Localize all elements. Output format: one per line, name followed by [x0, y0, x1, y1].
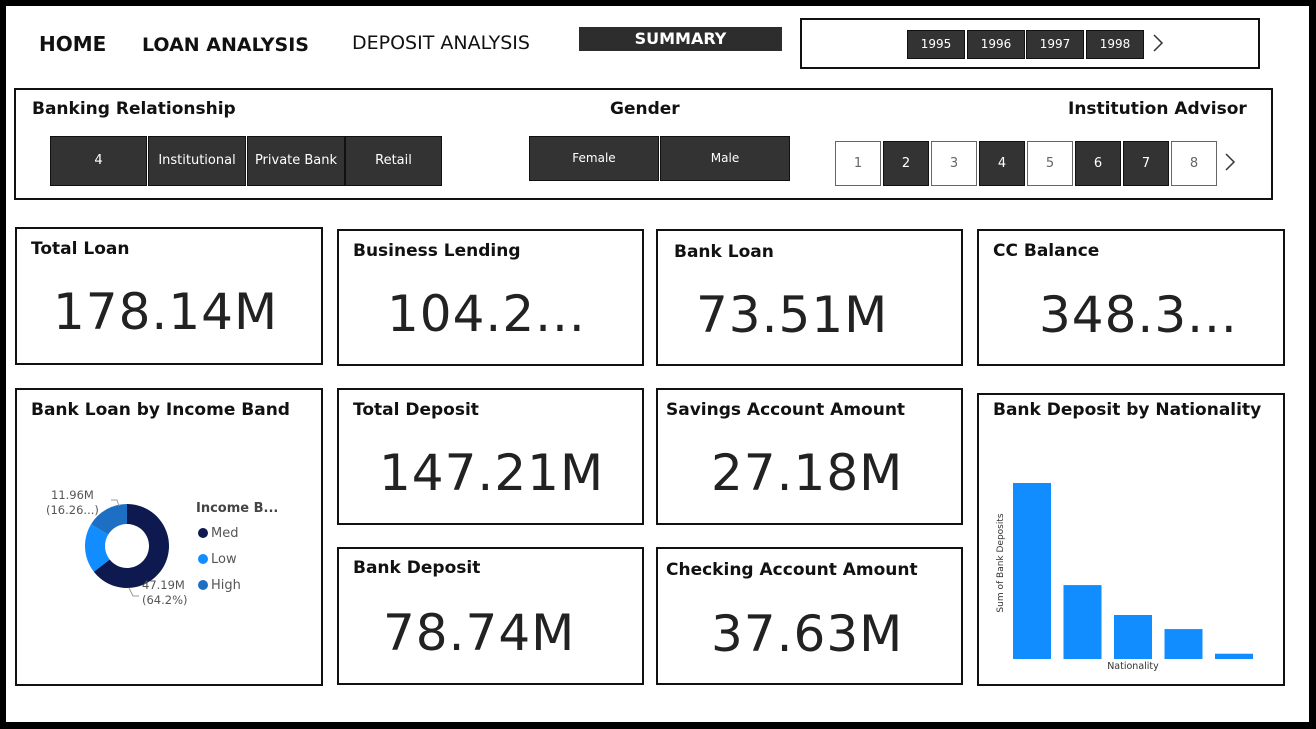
bar-4[interactable] — [1164, 629, 1203, 659]
bank-deposit-card: Bank Deposit 78.74M — [337, 547, 644, 685]
data-label-med-value: 47.19M — [142, 578, 185, 592]
savings-account-amount-card: Savings Account Amount 27.18M — [656, 388, 963, 525]
year-button-1995[interactable]: 1995 — [907, 30, 965, 59]
legend-label: Med — [211, 526, 239, 541]
legend-dot — [198, 528, 208, 538]
data-label-high-pct: (16.26...) — [46, 503, 99, 517]
bar-2[interactable] — [1063, 585, 1102, 659]
nav-loan-analysis-link[interactable]: LOAN ANALYSIS — [142, 34, 309, 56]
data-label-high-value: 11.96M — [51, 488, 94, 502]
legend-item-high: High — [198, 578, 241, 593]
card-title: CC Balance — [993, 241, 1100, 261]
y-axis-label: Sum of Bank Deposits — [996, 513, 1006, 612]
card-value: 348.3... — [1039, 286, 1238, 344]
institution-advisor-option-6[interactable]: 6 — [1075, 141, 1121, 186]
legend-title: Income B... — [196, 501, 279, 516]
card-title: Business Lending — [353, 241, 521, 261]
data-label-med-pct: (64.2%) — [142, 593, 188, 607]
chart-title: Bank Loan by Income Band — [31, 400, 290, 420]
bar-1[interactable] — [1013, 483, 1051, 659]
bar-chart: Nationality Sum of Bank Deposits — [996, 483, 1253, 672]
x-axis-label: Nationality — [1107, 661, 1159, 672]
card-title: Total Loan — [31, 239, 130, 259]
leader-line-med — [128, 587, 139, 597]
nav-deposit-analysis-link[interactable]: DEPOSIT ANALYSIS — [352, 32, 530, 54]
card-title: Total Deposit — [353, 400, 479, 420]
bar-3[interactable] — [1114, 615, 1152, 659]
legend-dot — [198, 554, 208, 564]
cc-balance-card: CC Balance 348.3... — [977, 229, 1285, 366]
card-value: 73.51M — [696, 286, 889, 344]
banking-relationship-title: Banking Relationship — [32, 99, 236, 119]
year-button-1996[interactable]: 1996 — [967, 30, 1025, 59]
banking-relationship-option-institutional[interactable]: Institutional — [148, 136, 246, 186]
card-value: 178.14M — [53, 283, 279, 341]
institution-advisor-option-3[interactable]: 3 — [931, 141, 977, 186]
institution-advisor-title: Institution Advisor — [1068, 99, 1247, 119]
chart-title: Bank Deposit by Nationality — [993, 400, 1262, 420]
institution-advisor-option-4[interactable]: 4 — [979, 141, 1025, 186]
total-loan-card: Total Loan 178.14M — [15, 227, 323, 365]
chevron-right-icon-glyph — [1225, 153, 1236, 171]
institution-advisor-option-2[interactable]: 2 — [883, 141, 929, 186]
banking-relationship-option-retail[interactable]: Retail — [345, 136, 442, 186]
card-value: 104.2... — [387, 285, 586, 343]
checking-account-amount-card: Checking Account Amount 37.63M — [656, 547, 963, 685]
gender-option-female[interactable]: Female — [529, 136, 659, 181]
business-lending-card: Business Lending 104.2... — [337, 229, 644, 366]
nav-home-link[interactable]: HOME — [39, 32, 106, 56]
year-button-1997[interactable]: 1997 — [1026, 30, 1084, 59]
card-value: 27.18M — [711, 444, 904, 502]
chevron-right-icon[interactable] — [1224, 152, 1236, 175]
summary-button[interactable]: SUMMARY — [579, 27, 782, 51]
dashboard-frame: HOME LOAN ANALYSIS DEPOSIT ANALYSIS SUMM… — [6, 6, 1309, 722]
banking-relationship-option-private-bank[interactable]: Private Bank — [247, 136, 345, 186]
legend-label: High — [211, 578, 241, 593]
legend-label: Low — [211, 552, 237, 567]
bank-loan-by-income-band-chart: Bank Loan by Income Band 11.96M (16.26..… — [15, 388, 323, 686]
card-value: 37.63M — [711, 605, 904, 663]
year-slicer: 1995 1996 1997 1998 — [800, 18, 1260, 69]
card-title: Bank Loan — [674, 242, 774, 262]
card-title: Bank Deposit — [353, 558, 481, 578]
gender-title: Gender — [610, 99, 680, 119]
banking-relationship-option-4[interactable]: 4 — [50, 136, 147, 186]
gender-option-male[interactable]: Male — [660, 136, 790, 181]
chevron-right-icon[interactable] — [1152, 33, 1164, 56]
bar-5[interactable] — [1215, 653, 1253, 659]
institution-advisor-option-7[interactable]: 7 — [1123, 141, 1169, 186]
legend-dot — [198, 580, 208, 590]
card-title: Checking Account Amount — [666, 560, 918, 580]
total-deposit-card: Total Deposit 147.21M — [337, 388, 644, 525]
filter-panel: Banking Relationship 4 Institutional Pri… — [14, 88, 1273, 200]
bank-loan-card: Bank Loan 73.51M — [656, 229, 963, 366]
card-value: 147.21M — [379, 444, 605, 502]
card-value: 78.74M — [383, 604, 576, 662]
institution-advisor-option-1[interactable]: 1 — [835, 141, 881, 186]
legend-item-med: Med — [198, 526, 238, 541]
legend-item-low: Low — [198, 552, 237, 567]
chevron-right-icon-glyph — [1153, 34, 1164, 52]
institution-advisor-option-5[interactable]: 5 — [1027, 141, 1073, 186]
bank-deposit-by-nationality-chart: Bank Deposit by Nationality Nationality S… — [977, 393, 1285, 686]
card-title: Savings Account Amount — [666, 400, 906, 420]
institution-advisor-option-8[interactable]: 8 — [1171, 141, 1217, 186]
year-button-1998[interactable]: 1998 — [1086, 30, 1144, 59]
